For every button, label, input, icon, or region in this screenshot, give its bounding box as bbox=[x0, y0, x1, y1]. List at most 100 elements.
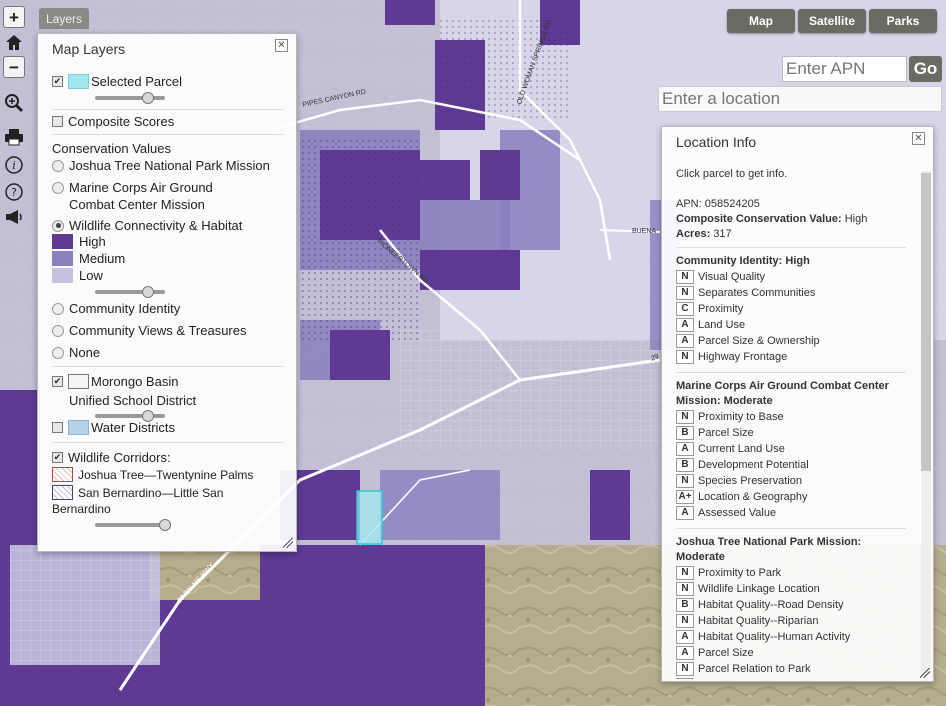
criterion-row: A+ Location & Geography bbox=[676, 490, 807, 504]
option-joshua-tree[interactable]: Joshua Tree National Park Mission bbox=[52, 158, 270, 173]
corridor-label-1: Joshua Tree—Twentynine Palms bbox=[78, 467, 254, 482]
option-wildlife[interactable]: Wildlife Connectivity & Habitat bbox=[52, 218, 242, 233]
print-icon[interactable] bbox=[3, 126, 25, 148]
morongo-label: Morongo Basin bbox=[91, 374, 179, 389]
map-type-map-label: Map bbox=[749, 14, 773, 28]
criterion-row: A Land Use bbox=[676, 318, 745, 332]
apn-label: APN: bbox=[676, 198, 702, 210]
resize-handle-icon[interactable] bbox=[283, 538, 293, 548]
option-none[interactable]: None bbox=[52, 345, 100, 360]
option-label: Combat Center Mission bbox=[69, 197, 205, 212]
wildlife-opacity-slider[interactable] bbox=[95, 286, 165, 298]
water-districts-checkbox[interactable] bbox=[52, 422, 63, 433]
composite-label: Composite Conservation Value: bbox=[676, 213, 842, 225]
grade-badge: A bbox=[676, 646, 694, 660]
acres-label: Acres: bbox=[676, 228, 711, 240]
home-icon[interactable] bbox=[3, 31, 25, 53]
criterion-row: A Parcel Size bbox=[676, 646, 754, 660]
corridor-san-bernardino: San Bernardino—Little San bbox=[52, 485, 223, 500]
selected-parcel-opacity-slider[interactable] bbox=[95, 92, 165, 104]
radio-joshua-tree[interactable] bbox=[52, 159, 64, 172]
legend-medium: Medium bbox=[52, 251, 125, 266]
map-type-parks-button[interactable]: Parks bbox=[869, 9, 937, 33]
criterion-row: A Parcel Size & Ownership bbox=[676, 334, 820, 348]
composite-value: High bbox=[844, 213, 868, 225]
layers-tab[interactable]: Layers bbox=[39, 8, 89, 29]
close-icon[interactable]: ✕ bbox=[275, 39, 288, 52]
radio-none[interactable] bbox=[52, 346, 64, 359]
criterion-row: N Parcel Relation to Park bbox=[676, 662, 811, 676]
apn-input[interactable] bbox=[782, 56, 907, 82]
grade-badge: N bbox=[676, 270, 694, 284]
go-button[interactable]: Go bbox=[909, 56, 942, 82]
grade-badge: A bbox=[676, 442, 694, 456]
slider-thumb[interactable] bbox=[141, 92, 154, 104]
criterion-label: Species Preservation bbox=[698, 475, 802, 487]
radio-marine-corps[interactable] bbox=[52, 181, 64, 194]
criterion-label: Parcel Size bbox=[698, 427, 754, 439]
zoom-in-button[interactable]: + bbox=[3, 6, 25, 28]
option-label: Joshua Tree National Park Mission bbox=[69, 158, 270, 173]
slider-thumb[interactable] bbox=[141, 286, 154, 298]
layers-tab-label: Layers bbox=[45, 11, 83, 26]
grade-badge: A bbox=[676, 506, 694, 520]
wildlife-corridors-checkbox[interactable]: ✔ bbox=[52, 452, 63, 463]
option-community-views[interactable]: Community Views & Treasures bbox=[52, 323, 247, 338]
option-community-identity[interactable]: Community Identity bbox=[52, 301, 180, 316]
morongo-checkbox[interactable]: ✔ bbox=[52, 376, 63, 387]
criterion-label: Current Land Use bbox=[698, 443, 785, 455]
criterion-row: C Proximity bbox=[676, 302, 743, 316]
radio-wildlife[interactable] bbox=[52, 219, 64, 232]
water-districts-layer: Water Districts bbox=[52, 420, 175, 435]
acres-value: 317 bbox=[713, 228, 732, 240]
resize-handle-icon[interactable] bbox=[920, 668, 930, 678]
go-label: Go bbox=[913, 59, 938, 78]
criterion-label: Location & Geography bbox=[698, 491, 808, 503]
svg-text:i: i bbox=[12, 159, 16, 172]
zoom-in-icon: + bbox=[9, 7, 19, 27]
slider-thumb[interactable] bbox=[159, 519, 171, 531]
svg-text:?: ? bbox=[11, 186, 17, 199]
criterion-row: N Wildlife Linkage Location bbox=[676, 582, 820, 596]
option-label: Community Views & Treasures bbox=[69, 323, 247, 338]
section-title: Marine Corps Air Ground Combat Center bbox=[676, 380, 889, 392]
morongo-line2: Unified School District bbox=[69, 393, 196, 408]
corridor-label-2b: Bernardino bbox=[52, 502, 111, 516]
corridor-san-bernardino-line2: Bernardino bbox=[52, 502, 111, 516]
grade-badge: N bbox=[676, 614, 694, 628]
selected-parcel-swatch bbox=[68, 74, 89, 89]
help-icon[interactable]: ? bbox=[3, 181, 25, 203]
composite-scores-checkbox[interactable] bbox=[52, 116, 63, 127]
criterion-row: N Separates Communities bbox=[676, 286, 815, 300]
criterion-row: B Habitat Quality--Road Density bbox=[676, 598, 844, 612]
announcement-icon[interactable] bbox=[3, 206, 25, 228]
location-search-input[interactable] bbox=[658, 86, 942, 112]
info-icon[interactable]: i bbox=[3, 154, 25, 176]
grade-badge: N bbox=[676, 350, 694, 364]
selected-parcel-checkbox[interactable]: ✔ bbox=[52, 76, 63, 87]
zoom-area-icon[interactable] bbox=[3, 92, 25, 114]
option-marine-corps[interactable]: Marine Corps Air Ground bbox=[52, 180, 213, 195]
map-type-satellite-button[interactable]: Satellite bbox=[798, 9, 866, 33]
morongo-opacity-slider[interactable] bbox=[95, 410, 165, 422]
grade-badge: B bbox=[676, 458, 694, 472]
map-type-map-button[interactable]: Map bbox=[727, 9, 795, 33]
scrollbar-thumb[interactable] bbox=[921, 173, 931, 471]
option-label: Community Identity bbox=[69, 301, 181, 316]
grade-badge: N bbox=[676, 678, 694, 679]
corridor-label-2: San Bernardino—Little San bbox=[78, 485, 224, 500]
water-districts-label: Water Districts bbox=[91, 420, 176, 435]
grade-badge: C bbox=[676, 302, 694, 316]
corridors-opacity-slider[interactable] bbox=[95, 519, 171, 531]
grade-badge: B bbox=[676, 598, 694, 612]
radio-community-views[interactable] bbox=[52, 324, 64, 337]
acres-row: Acres: 317 bbox=[676, 228, 732, 240]
location-info-panel: Location Info ✕ Click parcel to get info… bbox=[661, 126, 934, 682]
legend-swatch-high bbox=[52, 234, 73, 249]
grade-badge: N bbox=[676, 582, 694, 596]
map-type-satellite-label: Satellite bbox=[808, 14, 856, 28]
selected-parcel-layer: ✔ Selected Parcel bbox=[52, 74, 182, 89]
radio-community-identity[interactable] bbox=[52, 302, 64, 315]
zoom-out-button[interactable]: − bbox=[3, 56, 25, 78]
criterion-label: Habitat Quality--Riparian bbox=[698, 615, 819, 627]
